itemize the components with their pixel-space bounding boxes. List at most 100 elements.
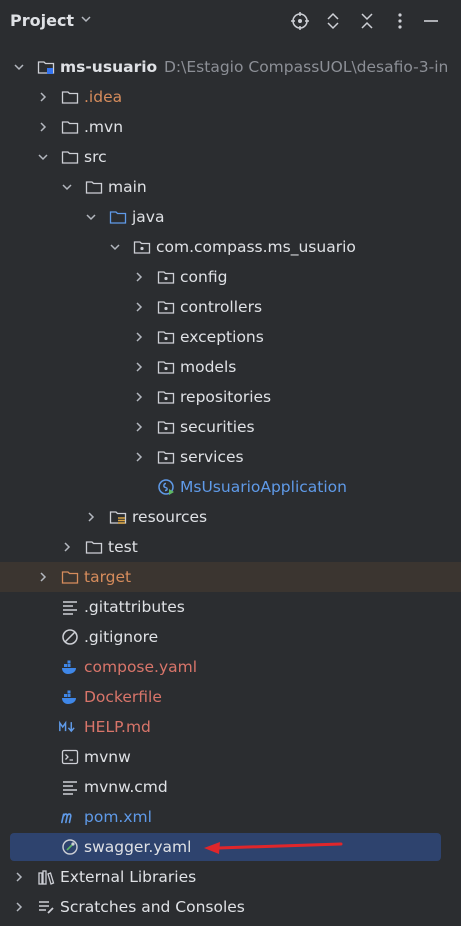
tree-item-label: exceptions: [180, 328, 264, 346]
tree-item-external-libraries[interactable]: External Libraries: [0, 862, 461, 892]
tree-item-src[interactable]: src: [0, 142, 461, 172]
tree-item-scratches-and-consoles[interactable]: Scratches and Consoles: [0, 892, 461, 922]
chevron-down-icon[interactable]: [79, 12, 93, 26]
tree-item-main[interactable]: main: [0, 172, 461, 202]
package-icon: [157, 391, 175, 404]
text-file-icon: [63, 781, 77, 795]
tree-item-java[interactable]: java: [0, 202, 461, 232]
chevron-right-icon[interactable]: [133, 361, 145, 373]
expand-collapse-icon[interactable]: [323, 11, 343, 31]
folder-icon: [61, 121, 79, 134]
chevron-right-icon[interactable]: [133, 331, 145, 343]
module-folder-icon: [37, 61, 55, 74]
chevron-down-icon[interactable]: [85, 211, 97, 223]
tree-item-exceptions[interactable]: exceptions: [0, 322, 461, 352]
package-icon: [133, 241, 151, 254]
tree-item-label: com.compass.ms_usuario: [156, 238, 356, 256]
chevron-right-icon[interactable]: [37, 91, 49, 103]
tree-item-label: securities: [180, 418, 255, 436]
excluded-folder-icon: [61, 571, 79, 584]
tree-item-label: .gitignore: [84, 628, 159, 646]
tree-item-label: mvnw: [84, 748, 131, 766]
tree-item-securities[interactable]: securities: [0, 412, 461, 442]
tree-item-controllers[interactable]: controllers: [0, 292, 461, 322]
chevron-down-icon[interactable]: [13, 61, 25, 73]
tree-item-test[interactable]: test: [0, 532, 461, 562]
tree-item-label: .idea: [84, 88, 123, 106]
chevron-down-icon[interactable]: [37, 151, 49, 163]
chevron-right-icon[interactable]: [13, 901, 25, 913]
shell-script-icon: [61, 749, 79, 765]
chevron-down-icon[interactable]: [109, 241, 121, 253]
tree-item-mvn[interactable]: .mvn: [0, 112, 461, 142]
chevron-right-icon[interactable]: [85, 511, 97, 523]
locate-icon[interactable]: [290, 11, 310, 31]
package-icon: [157, 421, 175, 434]
hide-icon[interactable]: [421, 11, 441, 31]
resources-folder-icon: [109, 511, 127, 524]
tree-item-label: test: [108, 538, 138, 556]
package-icon: [157, 301, 175, 314]
tree-item-idea[interactable]: .idea: [0, 82, 461, 112]
options-icon[interactable]: [390, 11, 410, 31]
tree-item-compose-yaml[interactable]: compose.yaml: [0, 652, 461, 682]
maven-icon: [60, 813, 72, 824]
folder-icon: [85, 541, 103, 554]
tree-item-resources[interactable]: resources: [0, 502, 461, 532]
tree-item-label: External Libraries: [60, 868, 197, 886]
tree-item-gitignore[interactable]: .gitignore: [0, 622, 461, 652]
openapi-icon: [62, 839, 78, 855]
tree-item-label: ms-usuario: [60, 58, 158, 76]
tree-item-help-md[interactable]: HELP.md: [0, 712, 461, 742]
tree-item-label: MsUsuarioApplication: [180, 478, 347, 496]
project-path: D:\Estagio CompassUOL\desafio-3-in: [164, 58, 449, 76]
tree-item-gitattributes[interactable]: .gitattributes: [0, 592, 461, 622]
tree-item-label: Dockerfile: [84, 688, 162, 706]
chevron-right-icon[interactable]: [13, 871, 25, 883]
docker-icon: [62, 660, 76, 674]
tree-item-label: compose.yaml: [84, 658, 198, 676]
tree-item-ms-usuario[interactable]: ms-usuario D:\Estagio CompassUOL\desafio…: [0, 52, 461, 82]
tree-item-models[interactable]: models: [0, 352, 461, 382]
tree-item-label: models: [180, 358, 237, 376]
chevron-right-icon[interactable]: [61, 541, 73, 553]
tree-item-label: swagger.yaml: [84, 838, 192, 856]
tree-item-package[interactable]: com.compass.ms_usuario: [0, 232, 461, 262]
tree-item-dockerfile[interactable]: Dockerfile: [0, 682, 461, 712]
chevron-down-icon[interactable]: [61, 181, 73, 193]
tree-item-label: services: [180, 448, 244, 466]
chevron-right-icon[interactable]: [133, 451, 145, 463]
chevron-right-icon[interactable]: [133, 421, 145, 433]
chevron-right-icon[interactable]: [133, 301, 145, 313]
tree-item-label: main: [108, 178, 147, 196]
package-icon: [157, 331, 175, 344]
tree-item-label: mvnw.cmd: [84, 778, 168, 796]
chevron-right-icon[interactable]: [37, 571, 49, 583]
tree-item-ms-usuario-application[interactable]: MsUsuarioApplication: [0, 472, 461, 502]
tree-item-mvnw[interactable]: mvnw: [0, 742, 461, 772]
tree-item-label: Scratches and Consoles: [60, 898, 245, 916]
chevron-right-icon[interactable]: [37, 121, 49, 133]
tree-item-pom-xml[interactable]: pom.xml: [0, 802, 461, 832]
markdown-icon: [59, 720, 75, 733]
chevron-right-icon[interactable]: [133, 271, 145, 283]
project-view-title[interactable]: Project: [10, 11, 74, 30]
spring-boot-class-icon: [158, 479, 174, 495]
chevron-right-icon[interactable]: [133, 391, 145, 403]
tree-item-label: controllers: [180, 298, 263, 316]
tree-item-target[interactable]: target: [0, 562, 461, 592]
project-tool-window-header: Project: [0, 0, 461, 42]
tree-item-repositories[interactable]: repositories: [0, 382, 461, 412]
docker-icon: [62, 690, 76, 704]
tree-item-services[interactable]: services: [0, 442, 461, 472]
tree-item-mvnw-cmd[interactable]: mvnw.cmd: [0, 772, 461, 802]
tree-item-config[interactable]: config: [0, 262, 461, 292]
tree-item-label: pom.xml: [84, 808, 152, 826]
text-file-icon: [63, 601, 77, 615]
tree-item-label: .gitattributes: [84, 598, 185, 616]
tree-item-label: HELP.md: [84, 718, 151, 736]
tree-item-label: target: [84, 568, 132, 586]
collapse-all-icon[interactable]: [357, 11, 377, 31]
tree-item-label: java: [132, 208, 165, 226]
ignore-file-icon: [62, 629, 78, 645]
